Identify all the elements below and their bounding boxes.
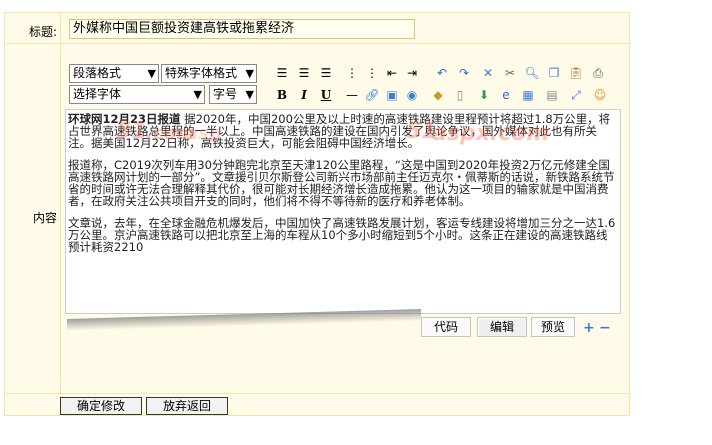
print-icon[interactable]: ⎙	[589, 64, 607, 82]
undo-icon[interactable]: ↶	[433, 64, 451, 82]
download-icon[interactable]: ⬇	[475, 86, 493, 104]
ordered-list-icon[interactable]: ⋮	[343, 64, 361, 82]
editor-toolbar: 段落格式 ▼ 特殊字体格式 ▼ 选择字体 ▼ 字号 ▼ ☰ ☰ ☰ ⋮ ⋮ ⇤ ⇥ ↶ …	[65, 59, 621, 109]
paragraph-format-value: 段落格式	[73, 66, 122, 80]
title-label: 标题:	[28, 25, 57, 39]
cut-icon[interactable]: ✂	[501, 64, 519, 82]
tab-edit[interactable]: 编辑	[477, 317, 527, 337]
font-size-value: 字号	[213, 87, 238, 101]
insert-media-icon[interactable]: ◉	[403, 86, 421, 104]
unordered-list-icon[interactable]: ⋮	[363, 64, 381, 82]
italic-button[interactable]: I	[295, 86, 313, 104]
cancel-return-button[interactable]: 放弃返回	[146, 397, 228, 415]
delete-icon[interactable]: ✕	[479, 64, 497, 82]
emoticon-icon[interactable]: ☺	[591, 86, 609, 104]
align-left-icon[interactable]: ☰	[273, 64, 291, 82]
paragraph-2: 报道称，C2019次列车用30分钟跑完北京至天津120公里路程，“这是中国到20…	[68, 158, 615, 208]
paste-icon[interactable]: 📋︎	[567, 64, 585, 82]
horizontal-rule-icon[interactable]: —	[343, 86, 361, 104]
fullscreen-icon[interactable]: ⤢	[567, 86, 585, 104]
copy-icon[interactable]: ❐	[545, 64, 563, 82]
special-font-select[interactable]: 特殊字体格式 ▼	[161, 64, 257, 83]
tab-preview[interactable]: 预览	[531, 317, 575, 337]
font-size-select[interactable]: 字号 ▼	[209, 85, 257, 104]
title-input[interactable]: 外媒称中国巨额投资建高铁或拖累经济	[69, 19, 415, 39]
row-divider	[5, 393, 629, 394]
row-divider	[5, 43, 629, 44]
editor-content-area[interactable]: 环球网12月23日报道 据2020年，中国200公里及以上时速的高速铁路建设里程…	[65, 109, 621, 314]
expand-editor-button[interactable]: +	[583, 321, 595, 335]
font-family-select[interactable]: 选择字体 ▼	[69, 85, 205, 104]
content-label: 内容	[32, 211, 57, 225]
insert-table-icon[interactable]: ▦	[519, 86, 537, 104]
shrink-editor-button[interactable]: −	[599, 321, 611, 335]
find-icon[interactable]: 🔍︎	[523, 64, 541, 82]
chevron-down-icon: ▼	[193, 88, 202, 101]
chevron-down-icon: ▼	[245, 88, 254, 101]
tab-code[interactable]: 代码	[421, 317, 471, 337]
align-right-icon[interactable]: ☰	[317, 64, 335, 82]
edit-form: 标题: 内容 外媒称中国巨额投资建高铁或拖累经济 段落格式 ▼ 特殊字体格式 ▼ 选…	[4, 12, 630, 416]
outdent-icon[interactable]: ⇤	[383, 64, 401, 82]
special-font-value: 特殊字体格式	[165, 66, 238, 80]
font-family-value: 选择字体	[73, 87, 122, 101]
confirm-edit-button[interactable]: 确定修改	[60, 397, 142, 415]
paragraph-format-select[interactable]: 段落格式 ▼	[69, 64, 159, 83]
hyperlink-icon[interactable]: 🔗︎	[363, 86, 381, 104]
paragraph-1: 环球网12月23日报道 据2020年，中国200公里及以上时速的高速铁路建设里程…	[68, 113, 618, 149]
align-center-icon[interactable]: ☰	[295, 64, 313, 82]
document-icon[interactable]: ▤	[543, 86, 561, 104]
bold-button[interactable]: B	[273, 86, 291, 104]
insert-flash-icon[interactable]: ◆	[429, 86, 447, 104]
paragraph-3: 文章说，去年，在全球金融危机爆发后，中国加快了高速铁路发展计划，客运专线建设将增…	[68, 216, 616, 254]
underline-button[interactable]: U	[317, 86, 335, 104]
browser-icon[interactable]: e	[497, 86, 515, 104]
redo-icon[interactable]: ↷	[455, 64, 473, 82]
rich-text-editor: 段落格式 ▼ 特殊字体格式 ▼ 选择字体 ▼ 字号 ▼ ☰ ☰ ☰ ⋮ ⋮ ⇤ ⇥ ↶ …	[65, 59, 621, 337]
chevron-down-icon: ▼	[147, 67, 156, 80]
insert-image-icon[interactable]: ▣	[383, 86, 401, 104]
insert-file-icon[interactable]: ▯	[451, 86, 469, 104]
chevron-down-icon: ▼	[245, 67, 254, 80]
indent-icon[interactable]: ⇥	[403, 64, 421, 82]
